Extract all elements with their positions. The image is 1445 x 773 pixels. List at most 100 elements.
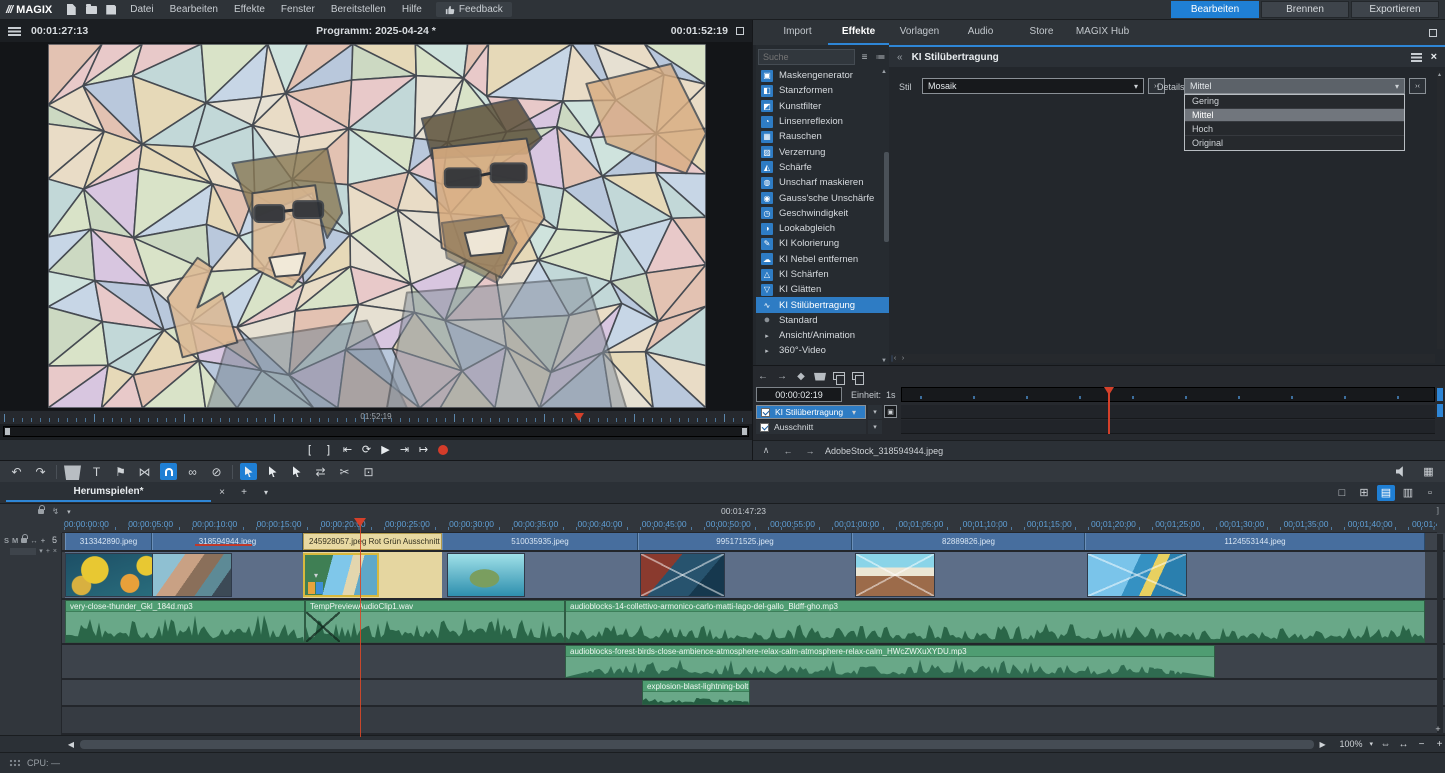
effect-item[interactable]: ● Standard [756, 313, 889, 328]
view-split-icon[interactable]: ▥ [1399, 485, 1417, 501]
effect-item[interactable]: ▸ 360°-Video [756, 343, 889, 358]
audio-clip[interactable]: audioblocks-14-collettivo-armonico-carlo… [565, 600, 1425, 643]
video-clip-thumbnail[interactable] [640, 553, 725, 597]
effect-item[interactable]: ◔ Linsenreflexion [756, 114, 889, 129]
keyframe-timecode[interactable]: 00:00:02:19 [756, 387, 842, 402]
tab-magix-hub[interactable]: MAGIX Hub [1072, 20, 1133, 45]
monitor-range-scrollbar[interactable] [3, 426, 749, 437]
add-track-icon[interactable]: + [1433, 724, 1443, 734]
prev-keyframe-icon[interactable]: ← [757, 371, 769, 382]
audio-monitor-icon[interactable] [1393, 463, 1410, 480]
effect-item[interactable]: ▨ Verzerrung [756, 144, 889, 159]
link-icon[interactable]: ∞ [184, 463, 201, 480]
track-lock-icon[interactable] [21, 538, 27, 543]
details-select[interactable]: Mittel [1184, 78, 1405, 94]
fullscreen-icon[interactable] [736, 27, 744, 35]
audio-clip[interactable]: TempPreviewAudioClip1.wav [305, 600, 565, 643]
dropdown-option[interactable]: Original [1185, 136, 1404, 150]
save-project-icon[interactable] [103, 3, 119, 17]
zoom-fit-icon[interactable]: ⇔ [1380, 739, 1391, 750]
track-name-field[interactable] [10, 548, 36, 555]
video-clip-thumbnail[interactable] [1087, 553, 1187, 597]
audio-clip[interactable]: audioblocks-forest-birds-close-ambience-… [565, 645, 1215, 678]
effect-item[interactable]: ◉ Gauss'sche Unschärfe [756, 190, 889, 205]
track-size-icon[interactable]: ↔ [30, 536, 38, 545]
track-close-icon[interactable]: × [53, 548, 57, 555]
tab-effekte[interactable]: Effekte [828, 20, 889, 45]
keyframe-lane-2[interactable] [901, 420, 1435, 434]
mode-exportieren-button[interactable]: Exportieren [1351, 1, 1439, 18]
lock-tracks-icon[interactable] [38, 509, 44, 514]
copy-keyframe-icon[interactable] [833, 372, 845, 380]
zoom-in-icon[interactable]: + [1434, 739, 1445, 750]
razor-icon[interactable]: ✂ [336, 463, 353, 480]
video-clip-name-bar[interactable]: 318594944.jpeg [152, 533, 303, 550]
next-keyframe-icon[interactable]: → [776, 371, 788, 382]
video-clip-thumbnail[interactable] [447, 553, 525, 597]
mouse-mode-all-icon[interactable] [264, 463, 281, 480]
menu-item[interactable]: Bearbeiten [162, 2, 226, 17]
tab-list-icon[interactable]: ▾ [255, 488, 277, 497]
effect-item[interactable]: ▽ KI Glätten [756, 282, 889, 297]
close-tab-icon[interactable]: × [211, 487, 233, 498]
mute-button[interactable]: M [12, 536, 18, 545]
feedback-button[interactable]: Feedback [436, 2, 512, 17]
separator[interactable] [232, 465, 233, 479]
video-clip-name-bar[interactable]: 245928057.jpeg Rot Grün Ausschnitt We... [303, 533, 442, 550]
menu-item[interactable]: Fenster [273, 2, 323, 17]
row-monitor-toggle-icon[interactable]: ▣ [884, 405, 897, 418]
panel-menu-icon[interactable] [1411, 53, 1422, 62]
video-clip-name-bar[interactable]: 995171525.jpeg [638, 533, 852, 550]
effect-item[interactable]: ∿ KI Stilübertragung [756, 297, 889, 312]
jump-start-icon[interactable]: ⇤ [343, 445, 353, 456]
audio-clip[interactable]: very-close-thunder_Gkl_184d.mp3 [65, 600, 305, 643]
mode-brennen-button[interactable]: Brennen [1261, 1, 1349, 18]
panel-window-icon[interactable] [1429, 29, 1437, 37]
effect-item[interactable]: ◧ Stanzformen [756, 83, 889, 98]
row-expand-icon[interactable]: ▾ [868, 420, 882, 434]
dropdown-option[interactable]: Mittel [1185, 109, 1404, 123]
mouse-mode-single-icon[interactable] [240, 463, 257, 480]
effect-item[interactable]: ◑ Lookabgleich [756, 221, 889, 236]
mode-bearbeiten-button[interactable]: Bearbeiten [1171, 1, 1259, 18]
separator[interactable] [56, 465, 57, 479]
zoom-range-icon[interactable]: ↔ [1398, 739, 1409, 750]
filter-icon[interactable]: ≔ [874, 52, 887, 63]
keyframe-ruler[interactable] [901, 387, 1435, 402]
track-add-icon[interactable]: + [41, 536, 45, 545]
text-title-icon[interactable]: T [88, 463, 105, 480]
detail-hscrollbar[interactable]: ‹› [891, 354, 1435, 363]
preview-render-icon[interactable]: ↯ [52, 506, 59, 517]
video-clip-name-bar[interactable]: 82889826.jpeg [852, 533, 1085, 550]
tracks-vscrollbar[interactable] [1437, 534, 1443, 734]
prev-clip-icon[interactable]: ← [781, 446, 795, 456]
record-icon[interactable] [438, 445, 448, 455]
zoom-dd-icon[interactable]: ▾ [1369, 740, 1373, 748]
marker-icon[interactable]: ⚑ [112, 463, 129, 480]
effect-item[interactable]: ◭ Schärfe [756, 160, 889, 175]
keyframe-row-ausschnitt[interactable]: Ausschnitt [756, 420, 866, 434]
back-icon[interactable]: « [897, 52, 903, 63]
tab-audio[interactable]: Audio [950, 20, 1011, 45]
dropdown-option[interactable]: Hoch [1185, 122, 1404, 136]
zoom-out-icon[interactable]: − [1416, 739, 1427, 750]
keyframe-row-effect[interactable]: KI Stilübertragung [756, 405, 866, 419]
scroll-left-icon[interactable]: ◀ [64, 740, 78, 749]
effect-item[interactable]: ▣ Maskengenerator [756, 68, 889, 83]
effects-search-input[interactable] [758, 49, 855, 65]
track-plus-icon[interactable]: + [46, 548, 50, 555]
effect-item[interactable]: ◩ Kunstfilter [756, 99, 889, 114]
tab-import[interactable]: Import [767, 20, 828, 45]
detail-vscrollbar[interactable] [1437, 71, 1444, 349]
scroll-right-icon[interactable]: ▶ [1316, 740, 1330, 749]
ausschnitt-enabled-checkbox[interactable] [760, 423, 769, 432]
details-reset-button[interactable]: ›‹ [1409, 78, 1426, 94]
monitor-menu-icon[interactable] [8, 27, 21, 36]
collapse-up-icon[interactable]: ∧ [759, 445, 773, 456]
effect-item[interactable]: ▸ Ansicht/Animation [756, 328, 889, 343]
video-clip-name-bar[interactable]: 510035935.jpeg [442, 533, 638, 550]
keyframe-vscroll-thumb[interactable] [1437, 404, 1443, 417]
view-compact-icon[interactable]: ▫ [1421, 485, 1439, 501]
menu-item[interactable]: Bereitstellen [323, 2, 394, 17]
range-end-icon[interactable]: ] [324, 445, 334, 456]
